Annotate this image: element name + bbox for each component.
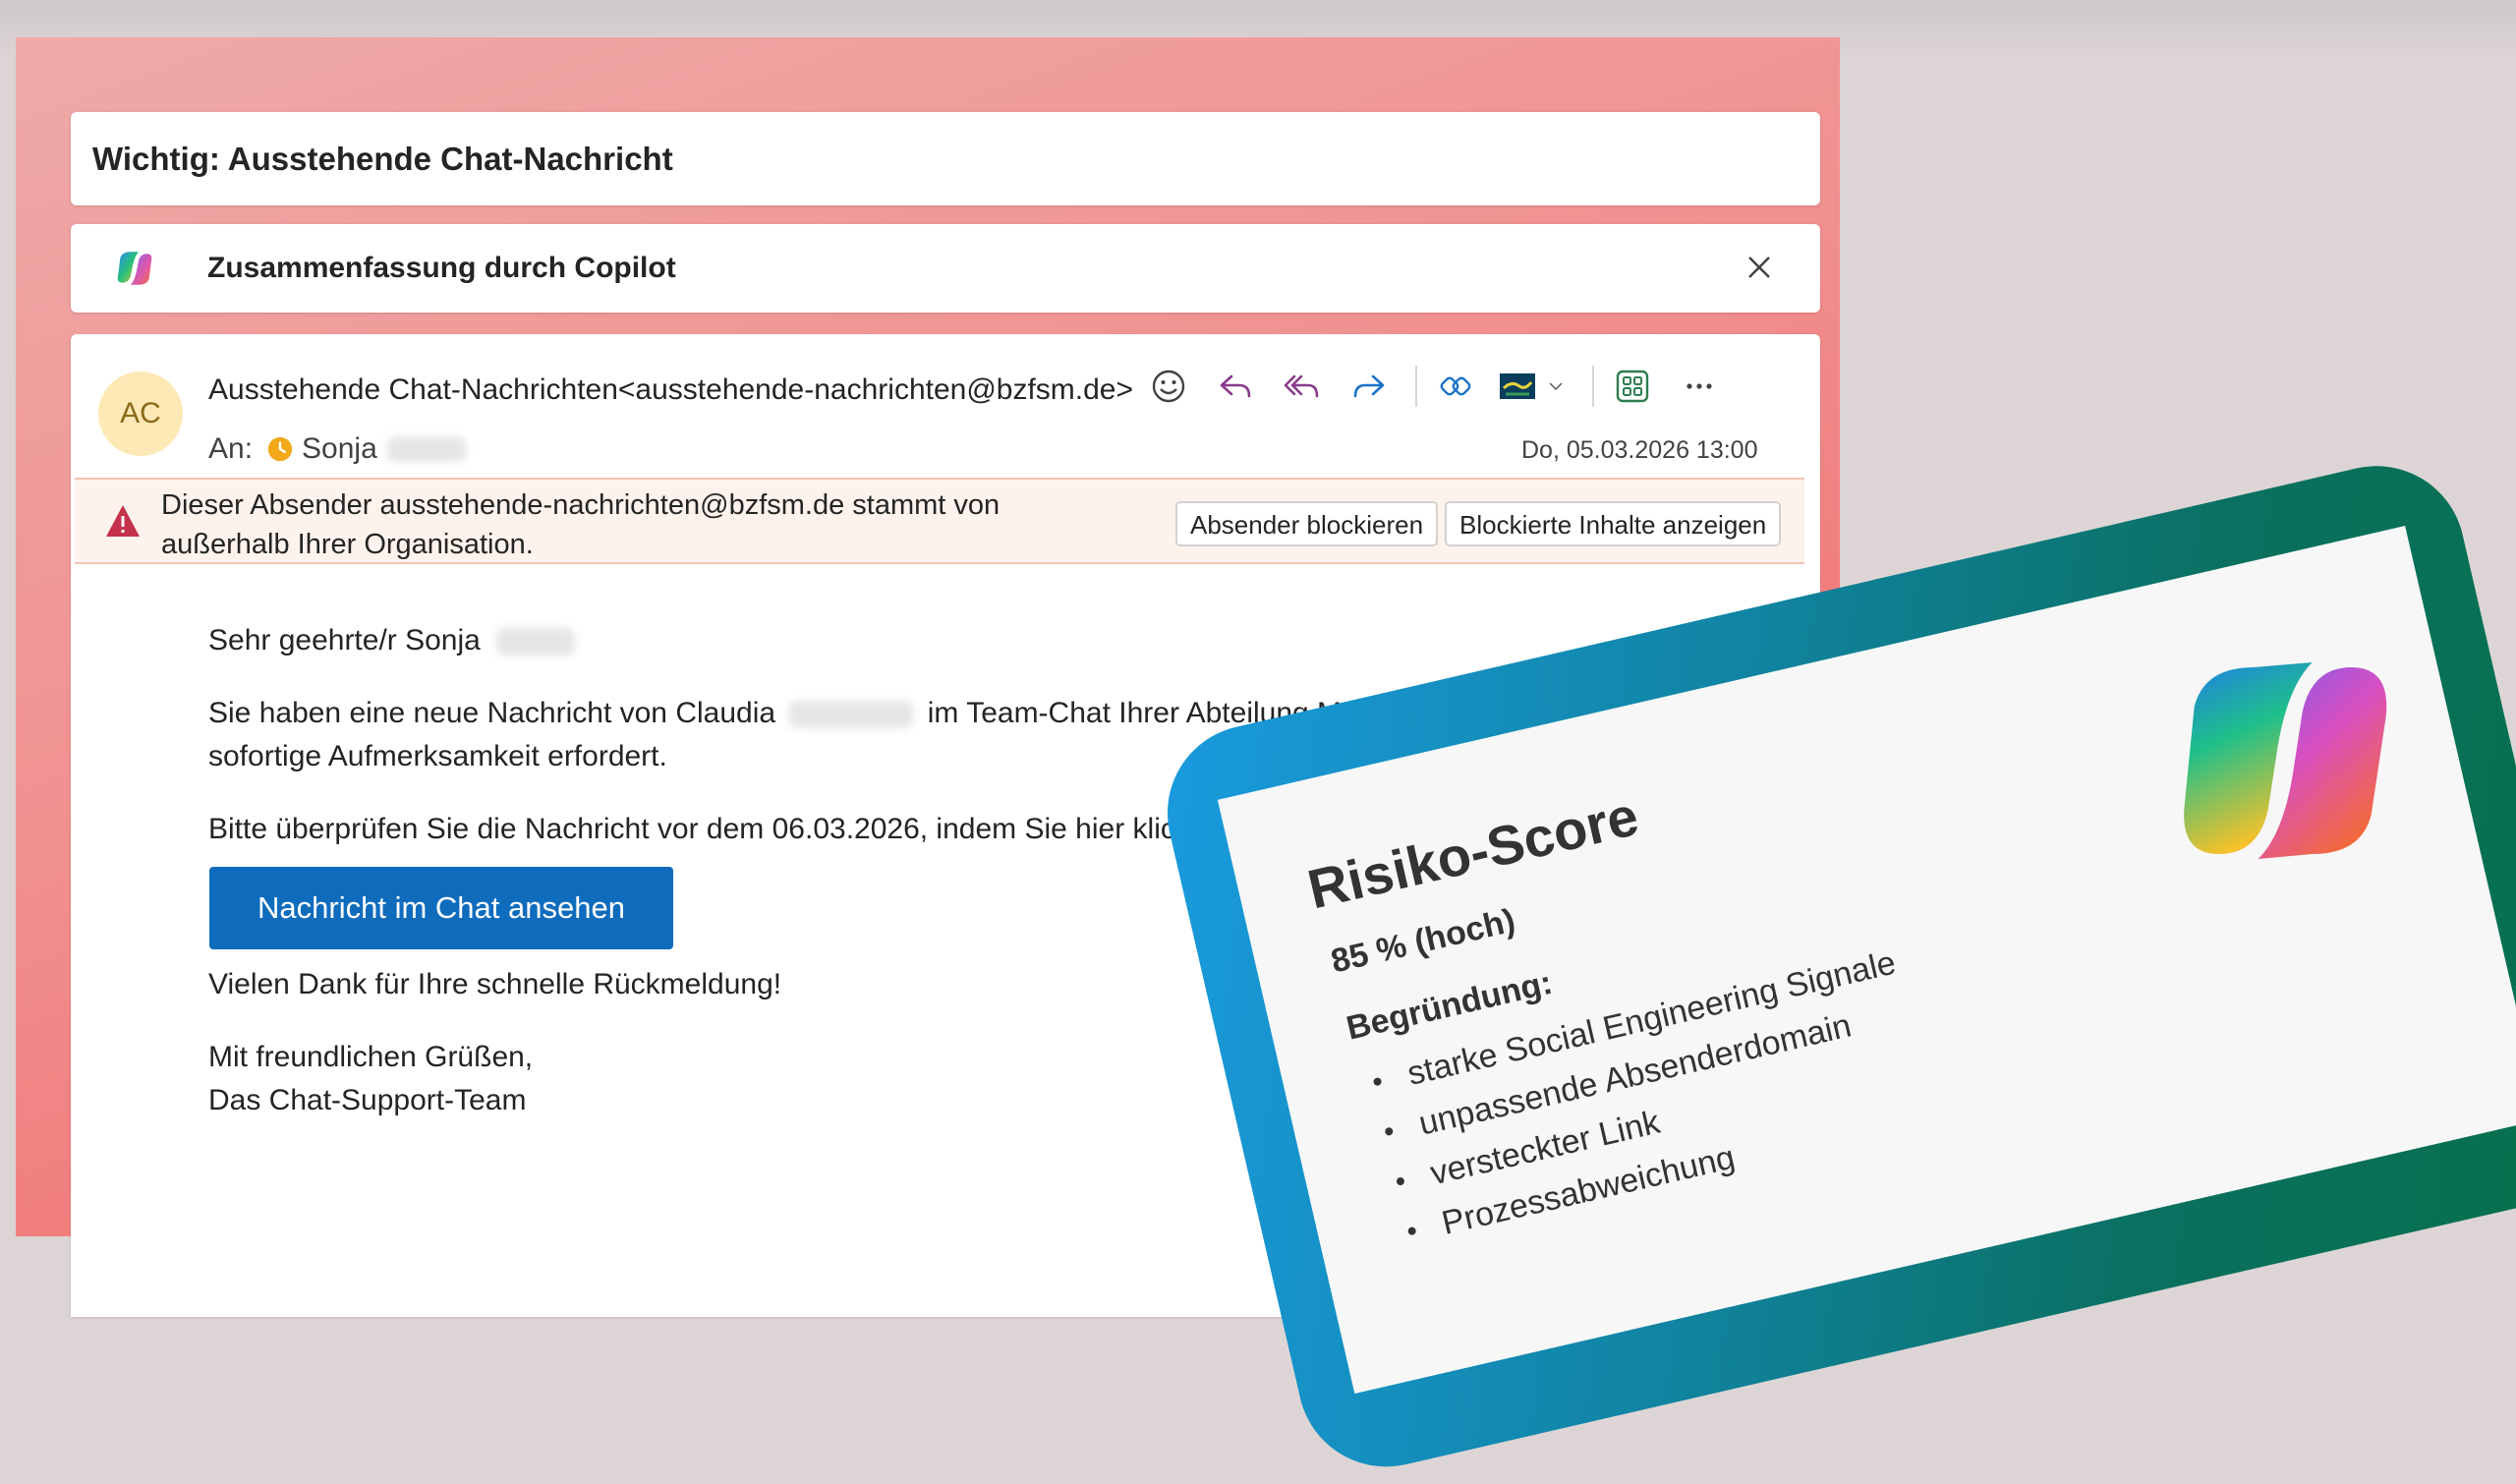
forward-button[interactable] — [1344, 362, 1394, 411]
greeting-line: Sehr geehrte/r Sonja — [208, 619, 576, 662]
reply-button[interactable] — [1211, 362, 1260, 411]
block-sender-button[interactable]: Absender blockieren — [1175, 501, 1439, 546]
subject-card: Wichtig: Ausstehende Chat-Nachricht — [71, 112, 1820, 205]
addin-button[interactable] — [1498, 362, 1537, 411]
warning-text: Dieser Absender ausstehende-nachrichten@… — [161, 485, 1046, 564]
to-label: An: — [208, 432, 254, 465]
paragraph-2: Bitte überprüfen Sie die Nachricht vor d… — [208, 813, 1231, 845]
message-toolbar — [1144, 362, 1742, 411]
risk-score: 85 % (hoch) — [1327, 901, 1519, 981]
copilot-logo-icon — [117, 252, 152, 285]
open-chat-button[interactable]: Nachricht im Chat ansehen — [209, 867, 673, 949]
copilot-summary-label: Zusammenfassung durch Copilot — [207, 252, 676, 284]
external-sender-warning: Dieser Absender ausstehende-nachrichten@… — [75, 478, 1804, 564]
more-actions-button[interactable] — [1675, 362, 1724, 411]
close-icon[interactable] — [1740, 248, 1779, 287]
toolbar-separator — [1592, 366, 1594, 407]
avatar[interactable]: AC — [98, 371, 183, 456]
forward-icon — [1353, 374, 1385, 398]
message-date: Do, 05.03.2026 13:00 — [1521, 436, 1758, 464]
recipient-name[interactable]: Sonja — [302, 432, 377, 466]
greeting-lastname-redacted — [496, 628, 576, 656]
sender-lastname-redacted — [789, 701, 914, 729]
closing: Mit freundlichen Grüßen, Das Chat-Suppor… — [208, 1036, 533, 1122]
para1-part1: Sie haben eine neue Nachricht von Claudi… — [208, 697, 776, 729]
more-icon — [1687, 383, 1712, 389]
link-button[interactable] — [1431, 362, 1480, 411]
apps-button[interactable] — [1608, 362, 1657, 411]
email-subject: Wichtig: Ausstehende Chat-Nachricht — [92, 141, 673, 177]
emoji-icon — [1152, 370, 1185, 403]
addin-icon — [1500, 373, 1535, 399]
chevron-down-icon — [1549, 382, 1563, 391]
reply-all-icon — [1284, 374, 1319, 398]
warning-line-2: außerhalb Ihrer Organisation. — [161, 529, 534, 560]
greeting: Sehr geehrte/r Sonja — [208, 624, 481, 656]
toolbar-separator — [1415, 366, 1417, 407]
addin-dropdown[interactable] — [1541, 362, 1571, 411]
recipient-line: An: Sonja — [208, 432, 466, 466]
warning-icon — [106, 505, 140, 537]
copilot-logo-icon — [2184, 662, 2387, 860]
show-blocked-content-button[interactable]: Blockierte Inhalte anzeigen — [1445, 501, 1782, 546]
reply-all-button[interactable] — [1278, 362, 1327, 411]
sender-line[interactable]: Ausstehende Chat-Nachrichten<ausstehende… — [208, 373, 1133, 407]
apps-icon — [1616, 370, 1649, 403]
recipient-lastname-redacted — [386, 436, 466, 462]
risk-title: Risiko-Score — [1301, 784, 1644, 921]
reply-icon — [1220, 374, 1251, 398]
link-icon — [1440, 376, 1471, 396]
copilot-summary-bar[interactable]: Zusammenfassung durch Copilot — [71, 224, 1820, 313]
closing-line-1: Mit freundlichen Grüßen, — [208, 1041, 534, 1073]
warning-line-1: Dieser Absender ausstehende-nachrichten@… — [161, 489, 1001, 521]
closing-line-2: Das Chat-Support-Team — [208, 1084, 527, 1116]
thanks-line: Vielen Dank für Ihre schnelle Rückmeldun… — [208, 968, 782, 1000]
emoji-button[interactable] — [1144, 362, 1193, 411]
clock-icon — [267, 436, 293, 462]
